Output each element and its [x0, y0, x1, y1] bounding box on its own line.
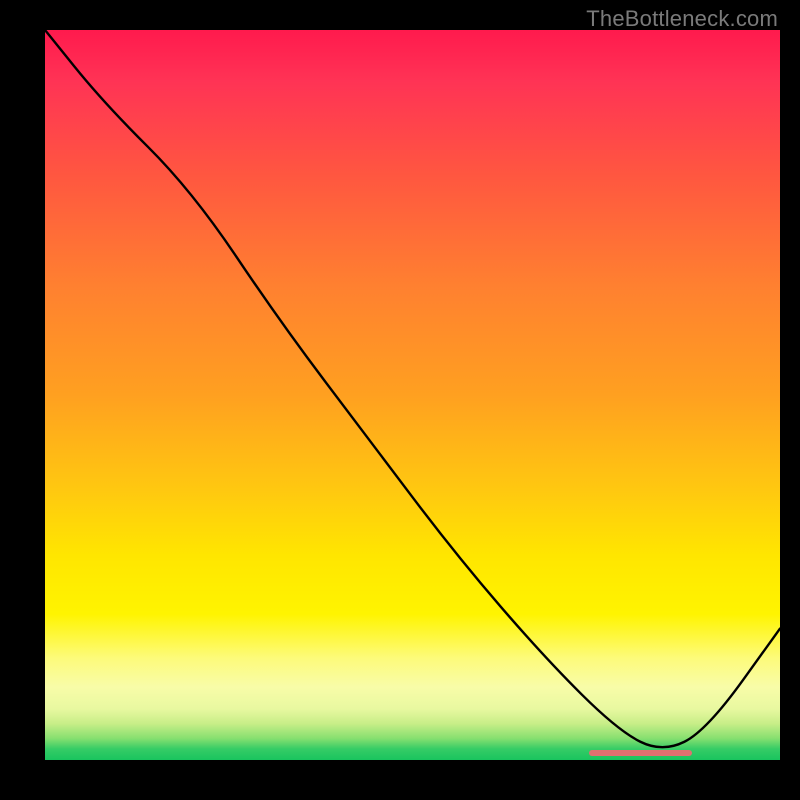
chart-stage: TheBottleneck.com [0, 0, 800, 800]
plot-area [45, 30, 780, 760]
highlight-band [589, 750, 692, 756]
attribution-label: TheBottleneck.com [586, 6, 778, 32]
line-series [45, 30, 780, 760]
bottleneck-curve-path [45, 30, 780, 747]
